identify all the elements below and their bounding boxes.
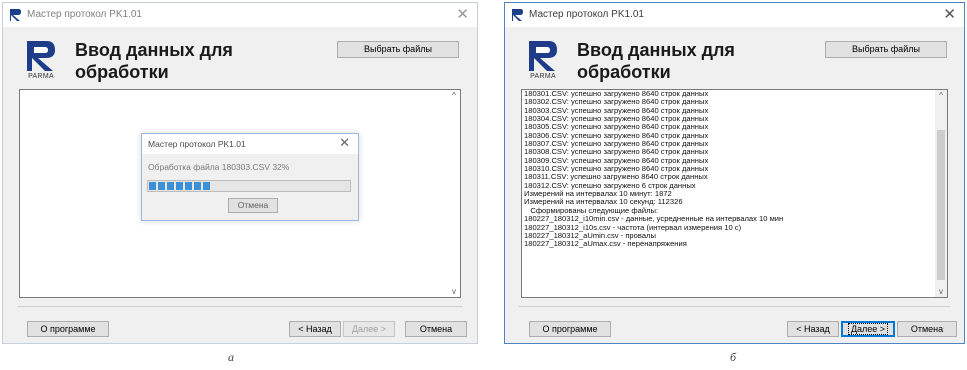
page-heading: Ввод данных для обработки	[577, 39, 777, 83]
close-icon[interactable]: ✕	[943, 3, 956, 27]
logo-text: PARMA	[28, 73, 54, 80]
dialog-cancel-button[interactable]: Отмена	[228, 198, 278, 213]
progress-dialog: Мастер протокол PK1.01 ✕ Обработка файла…	[141, 133, 359, 221]
next-button-label: Далее >	[847, 323, 889, 335]
app-icon	[10, 9, 21, 21]
parma-logo-icon: PARMA	[19, 39, 63, 83]
window-title: Мастер протокол PK1.01	[529, 9, 644, 20]
log-text: 180301.CSV: успешно загружено 8640 строк…	[524, 89, 783, 249]
scroll-up-icon[interactable]: ^	[935, 91, 947, 100]
cancel-button[interactable]: Отмена	[897, 321, 957, 337]
progress-segment	[167, 182, 174, 190]
select-files-button[interactable]: Выбрать файлы	[825, 41, 947, 58]
logo-text: PARMA	[530, 73, 556, 80]
close-icon[interactable]: ✕	[456, 3, 469, 27]
next-button[interactable]: Далее >	[343, 321, 395, 337]
progress-segment	[158, 182, 165, 190]
back-button[interactable]: < Назад	[787, 321, 839, 337]
wizard-header: PARMA Ввод данных для обработки Выбрать …	[17, 39, 463, 85]
log-line: 180227_180312_aUmax.csv - перенапряжения	[524, 239, 687, 249]
vertical-scrollbar[interactable]: ^ v	[935, 90, 947, 297]
vertical-scrollbar[interactable]: ^ v	[448, 90, 460, 297]
divider	[17, 306, 463, 307]
back-button[interactable]: < Назад	[289, 321, 341, 337]
dialog-title-bar: Мастер протокол PK1.01 ✕	[142, 134, 358, 154]
progress-bar	[147, 180, 351, 192]
log-area[interactable]: 180301.CSV: успешно загружено 8640 строк…	[521, 89, 948, 298]
wizard-header: PARMA Ввод данных для обработки Выбрать …	[519, 39, 950, 85]
scroll-down-icon[interactable]: v	[935, 287, 947, 296]
caption-a: а	[228, 350, 234, 364]
progress-fill	[149, 182, 210, 190]
app-icon	[512, 9, 523, 21]
scroll-up-icon[interactable]: ^	[448, 91, 460, 100]
heading-line-2: обработки	[577, 62, 671, 82]
about-button[interactable]: О программе	[27, 321, 109, 337]
heading-line-2: обработки	[75, 62, 169, 82]
title-bar: Мастер протокол PK1.01 ✕	[3, 3, 477, 27]
wizard-window-a: Мастер протокол PK1.01 ✕ PARMA Ввод данн…	[2, 2, 478, 344]
next-button[interactable]: Далее >	[841, 321, 895, 337]
scroll-down-icon[interactable]: v	[448, 287, 460, 296]
progress-segment	[176, 182, 183, 190]
progress-segment	[149, 182, 156, 190]
progress-segment	[185, 182, 192, 190]
window-title: Мастер протокол PK1.01	[27, 9, 142, 20]
processing-status-text: Обработка файла 180303.CSV 32%	[148, 162, 290, 172]
progress-segment	[194, 182, 201, 190]
title-bar: Мастер протокол PK1.01 ✕	[505, 3, 964, 27]
dialog-title: Мастер протокол PK1.01	[148, 139, 246, 149]
about-button[interactable]: О программе	[529, 321, 611, 337]
cancel-button[interactable]: Отмена	[405, 321, 467, 337]
caption-b: б	[730, 350, 737, 364]
wizard-window-b: Мастер протокол PK1.01 ✕ PARMA Ввод данн…	[504, 2, 965, 344]
parma-logo-icon: PARMA	[521, 39, 565, 83]
heading-line-1: Ввод данных для	[577, 40, 735, 60]
page-heading: Ввод данных для обработки	[75, 39, 275, 83]
heading-line-1: Ввод данных для	[75, 40, 233, 60]
select-files-button[interactable]: Выбрать файлы	[337, 41, 459, 58]
progress-segment	[203, 182, 210, 190]
divider	[519, 306, 950, 307]
scrollbar-thumb[interactable]	[937, 130, 945, 280]
close-icon[interactable]: ✕	[339, 135, 350, 151]
